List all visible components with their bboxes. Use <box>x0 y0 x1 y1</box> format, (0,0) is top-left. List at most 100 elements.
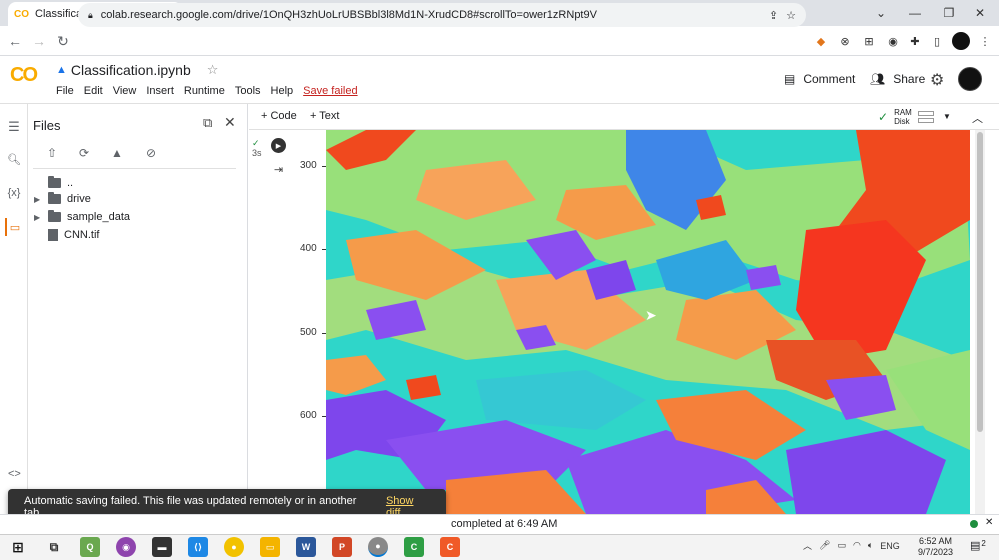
runtime-dropdown-icon[interactable]: ▼ <box>943 112 951 121</box>
gear-icon[interactable]: ⚙ <box>930 70 944 90</box>
share-button[interactable]: 👥︎ Share <box>870 72 925 86</box>
disk-label: Disk <box>894 117 910 126</box>
reload-icon[interactable]: ↻ <box>52 30 74 52</box>
tray-chevron-icon[interactable]: ︿ <box>803 539 812 552</box>
scrollbar-thumb[interactable] <box>977 132 983 432</box>
file-icon <box>48 229 58 241</box>
menu-tools[interactable]: Tools <box>231 85 265 97</box>
notebook-title[interactable]: Classification.ipynb <box>71 62 191 78</box>
extension-x-icon[interactable]: ⊗ <box>836 32 854 50</box>
extensions-puzzle-icon[interactable]: ✚ <box>906 32 924 50</box>
refresh-folder-icon[interactable]: ⟳ <box>74 144 94 162</box>
menu-insert[interactable]: Insert <box>142 85 178 97</box>
collapse-toolbar-icon[interactable]: ︿ <box>972 110 983 126</box>
drive-icon: ▲ <box>56 64 67 76</box>
volume-icon[interactable]: 🔈︎ <box>868 540 873 551</box>
maximize-button[interactable]: ❐ <box>932 0 966 26</box>
powerpoint-app-icon[interactable]: P <box>332 537 352 557</box>
search-icon[interactable]: 🔍︎ <box>5 150 23 168</box>
extension-translate-icon[interactable]: ⊞ <box>860 32 878 50</box>
variables-icon[interactable]: {x} <box>5 184 23 202</box>
metamask-extension-icon[interactable]: ◆ <box>812 32 830 50</box>
tree-item-cnn-tif[interactable]: CNN.tif <box>48 226 99 244</box>
files-title: Files <box>33 118 61 133</box>
people-icon: 👥︎ <box>870 72 886 86</box>
menu-runtime[interactable]: Runtime <box>180 85 229 97</box>
comment-button[interactable]: ▤ Comment <box>784 72 855 86</box>
execution-status-text: completed at 6:49 AM <box>451 518 558 530</box>
expand-caret-icon[interactable]: ▶ <box>34 213 42 222</box>
connected-check-icon: ✓ <box>878 110 889 124</box>
notebook-title-row: ▲ Classification.ipynb ☆ <box>56 62 218 78</box>
wifi-icon[interactable]: ◠ <box>853 540 861 551</box>
run-cell-button[interactable]: ▶ <box>271 138 286 153</box>
chrome-app-icon[interactable]: ● <box>224 537 244 557</box>
colab-logo[interactable]: CO <box>10 64 38 87</box>
word-app-icon[interactable]: W <box>296 537 316 557</box>
notification-center-icon[interactable]: ▤ 2 <box>970 539 986 552</box>
battery-icon[interactable]: ▭ <box>837 540 846 551</box>
close-status-icon[interactable]: ✕ <box>985 517 993 528</box>
y-tick-label: 600 <box>300 410 317 421</box>
menu-file[interactable]: File <box>52 85 78 97</box>
close-panel-icon[interactable]: ✕ <box>224 114 236 131</box>
upload-icon[interactable]: ⇧ <box>42 144 62 162</box>
tree-label: sample_data <box>67 211 130 223</box>
user-avatar[interactable] <box>958 67 982 91</box>
address-bar[interactable]: 🔒︎ colab.research.google.com/drive/1OnQH… <box>78 3 806 27</box>
qgis-app-icon[interactable]: Q <box>80 537 100 557</box>
taskbar-clock[interactable]: 6:52 AM 9/7/2023 <box>918 536 953 558</box>
mount-drive-icon[interactable]: ▲ <box>107 144 127 162</box>
menu-edit[interactable]: Edit <box>80 85 107 97</box>
terminal-app-icon[interactable]: ▬ <box>152 537 172 557</box>
file-explorer-app-icon[interactable]: ▭ <box>260 537 280 557</box>
chrome-menu-icon[interactable]: ⋮ <box>976 32 994 50</box>
folder-icon <box>48 210 61 222</box>
code-snippets-icon[interactable]: <> <box>8 468 21 480</box>
folder-up-icon <box>48 176 61 188</box>
y-tick-label: 400 <box>300 243 317 254</box>
open-in-tab-icon[interactable]: ⧉ <box>203 115 212 131</box>
bookmark-star-icon[interactable]: ☆ <box>786 9 796 22</box>
camtasia-recorder-app-icon[interactable]: C <box>440 537 460 557</box>
toc-icon[interactable]: ☰ <box>5 118 23 136</box>
profile-avatar[interactable] <box>952 32 970 50</box>
system-tray: ︿ 🎤︎ ▭ ◠ 🔈︎ ENG <box>803 539 900 552</box>
clock-time: 6:52 AM <box>919 536 953 546</box>
tab-search-button[interactable]: ⌄ <box>864 0 898 26</box>
menu-help[interactable]: Help <box>267 85 298 97</box>
y-tick-label: 300 <box>300 160 317 171</box>
side-panel-icon[interactable]: ▯ <box>928 32 946 50</box>
add-code-button[interactable]: + Code <box>261 110 297 122</box>
share-page-icon[interactable]: ⇪ <box>769 9 778 22</box>
output-menu-icon[interactable]: ⇥ <box>274 163 283 176</box>
minimize-button[interactable]: — <box>898 0 932 26</box>
menu-view[interactable]: View <box>109 85 141 97</box>
tree-item-sample-data[interactable]: ▶ sample_data <box>34 208 130 226</box>
add-text-button[interactable]: + Text <box>310 110 339 122</box>
save-failed-link[interactable]: Save failed <box>299 85 361 97</box>
start-windows-icon[interactable]: ⊞ <box>8 537 28 557</box>
y-tick-label: 500 <box>300 327 317 338</box>
extension-circle-icon[interactable]: ◉ <box>884 32 902 50</box>
language-indicator[interactable]: ENG <box>880 541 900 551</box>
close-window-button[interactable]: ✕ <box>963 0 997 26</box>
microphone-icon[interactable]: 🎤︎ <box>819 540 830 551</box>
podcast-app-icon[interactable]: ◉ <box>116 537 136 557</box>
expand-caret-icon[interactable]: ▶ <box>34 195 42 204</box>
chrome-active-app-icon[interactable]: ● <box>368 537 388 557</box>
task-view-icon[interactable]: ⧉ <box>44 537 64 557</box>
comment-icon: ▤ <box>784 72 796 86</box>
star-icon[interactable]: ☆ <box>207 62 219 78</box>
folder-icon[interactable]: ▭ <box>5 218 23 236</box>
share-label: Share <box>893 72 926 86</box>
vscode-app-icon[interactable]: ⟨⟩ <box>188 537 208 557</box>
forward-icon[interactable]: → <box>28 30 50 52</box>
back-icon[interactable]: ← <box>4 30 26 52</box>
tree-item-drive[interactable]: ▶ drive <box>34 190 91 208</box>
comment-label: Comment <box>803 72 856 86</box>
hide-files-icon[interactable]: ⊘ <box>141 144 161 162</box>
connection-status-dot <box>970 520 978 528</box>
lock-icon: 🔒︎ <box>88 9 93 20</box>
camtasia-app-icon[interactable]: C <box>404 537 424 557</box>
